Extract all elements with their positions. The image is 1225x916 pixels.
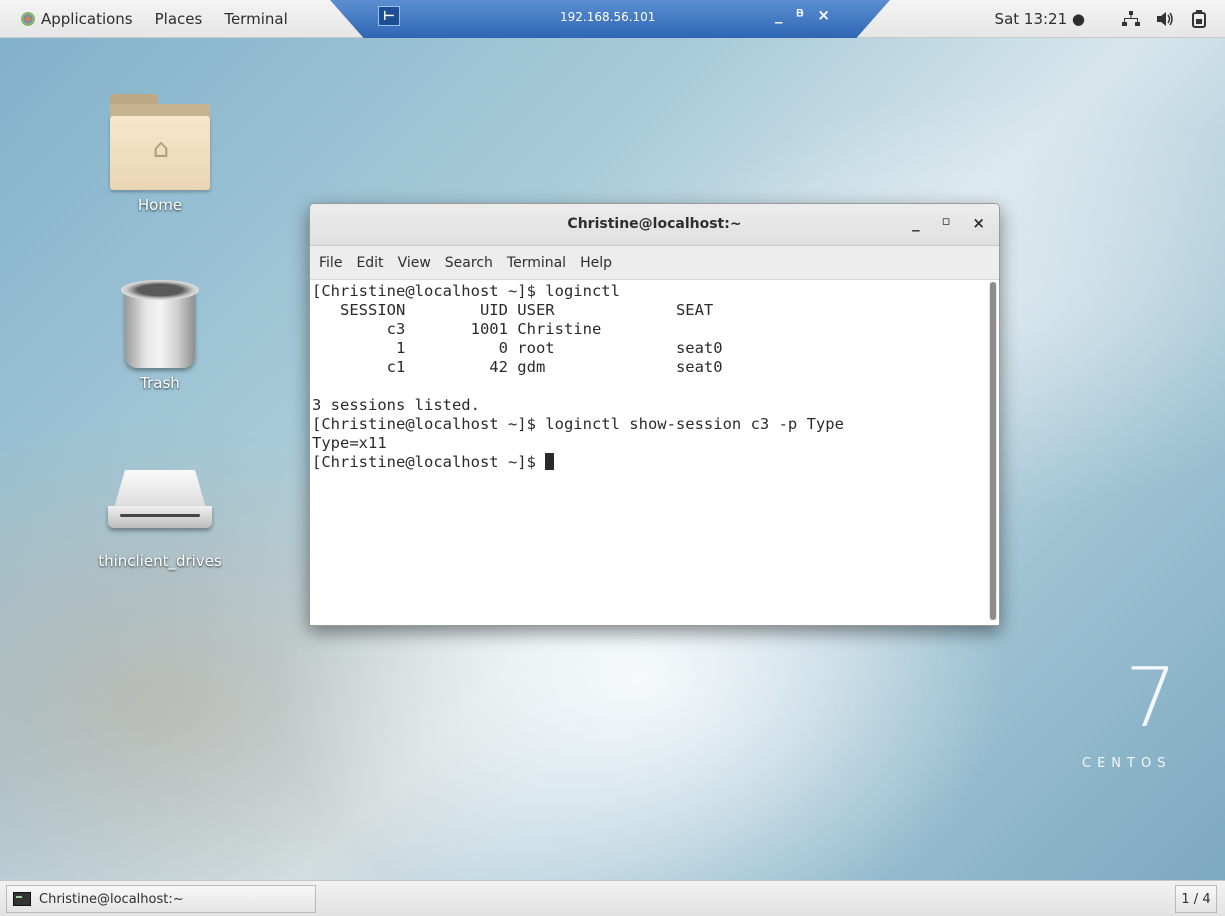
window-titlebar[interactable]: Christine@localhost:~ _ ▫ × [310,204,999,246]
centos-version-number: 7 [1124,651,1178,746]
trash-icon [121,280,199,368]
applications-icon [21,12,35,26]
bottom-panel: Christine@localhost:~ 1 / 4 [0,880,1225,916]
terminal-line: 3 sessions listed. [312,396,480,414]
terminal-window: Christine@localhost:~ _ ▫ × File Edit Vi… [309,203,1000,626]
desktop-icon-label: Trash [140,374,180,392]
centos-watermark: 7 CENTOS [1082,651,1212,772]
terminal-line: [Christine@localhost ~]$ loginctl show-s… [312,415,844,433]
minimize-button[interactable]: _ [912,214,920,232]
system-tray: Sat 13:21 ● [995,0,1209,38]
taskbar-window-label: Christine@localhost:~ [39,891,184,907]
menu-file[interactable]: File [312,255,349,271]
terminal-prompt: [Christine@localhost ~]$ [312,453,546,471]
menu-search[interactable]: Search [438,255,500,271]
remote-minimize-button[interactable]: _ [775,6,783,24]
centos-wordmark: CENTOS [1082,756,1172,771]
menu-edit[interactable]: Edit [349,255,390,271]
remote-restore-button[interactable]: ᴯ [797,6,804,24]
volume-icon[interactable] [1155,10,1175,28]
terminal-line: c1 42 gdm seat0 [312,358,723,376]
top-panel: Applications Places Terminal ⊢ 192.168.5… [0,0,1225,38]
remote-host-label: 192.168.56.101 [560,10,656,24]
desktop-icon-label: Home [137,196,183,214]
text-cursor [545,453,555,470]
terminal-line: SESSION UID USER SEAT [312,301,714,319]
terminal-output[interactable]: [Christine@localhost ~]$ loginctl SESSIO… [310,280,999,625]
remote-window-controls: _ ᴯ × [775,6,830,24]
power-icon[interactable] [1189,10,1209,28]
desktop-icon-home[interactable]: ⌂ Home [80,94,240,214]
desktop-icon-label: thinclient_drives [98,552,222,570]
scrollbar-thumb[interactable] [990,282,996,620]
terminal-scrollbar[interactable] [989,282,997,620]
terminal-line: c3 1001 Christine [312,320,602,338]
applications-menu[interactable]: Applications [10,10,144,28]
terminal-menubar: File Edit View Search Terminal Help [310,246,999,280]
terminal-line: [Christine@localhost ~]$ loginctl [312,282,620,300]
drive-icon [108,470,212,530]
desktop-icon-trash[interactable]: Trash [80,280,240,392]
desktop-icon-drive[interactable]: thinclient_drives [80,470,240,570]
terminal-icon [13,892,31,906]
applications-label: Applications [41,10,133,28]
network-icon[interactable] [1121,10,1141,28]
menu-terminal[interactable]: Terminal [500,255,573,271]
terminal-menu[interactable]: Terminal [213,10,298,28]
places-menu[interactable]: Places [144,10,214,28]
clock[interactable]: Sat 13:21 ● [995,10,1085,28]
terminal-text: [Christine@localhost ~]$ loginctl SESSIO… [312,282,981,472]
terminal-line: Type=x11 [312,434,387,452]
remote-connection-bar: ⊢ 192.168.56.101 _ ᴯ × [330,0,890,38]
terminal-line: 1 0 root seat0 [312,339,723,357]
top-menu: Applications Places Terminal [10,0,299,38]
terminal-prompt-line: [Christine@localhost ~]$ [312,453,981,472]
menu-help[interactable]: Help [573,255,619,271]
pin-icon[interactable]: ⊢ [378,6,400,26]
workspace-switcher[interactable]: 1 / 4 [1175,885,1217,913]
remote-close-button[interactable]: × [817,6,830,24]
menu-view[interactable]: View [391,255,438,271]
window-controls: _ ▫ × [912,214,985,232]
close-button[interactable]: × [972,214,985,232]
maximize-button[interactable]: ▫ [942,214,951,232]
window-title: Christine@localhost:~ [567,216,742,232]
taskbar-window-button[interactable]: Christine@localhost:~ [6,885,316,913]
home-folder-icon: ⌂ [110,94,210,190]
